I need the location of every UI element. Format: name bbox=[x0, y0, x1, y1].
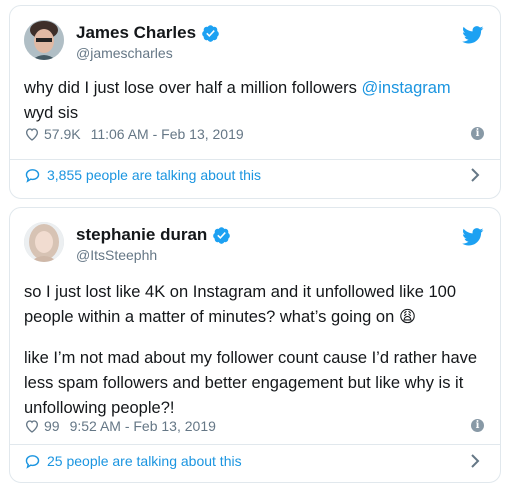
mention-link[interactable]: @instagram bbox=[361, 79, 450, 97]
speech-bubble-icon bbox=[25, 454, 40, 469]
heart-icon[interactable] bbox=[24, 126, 40, 142]
tweet-text-paragraph-1: so I just lost like 4K on Instagram and … bbox=[24, 283, 456, 326]
display-name[interactable]: stephanie duran bbox=[76, 225, 231, 245]
info-icon[interactable]: i bbox=[471, 419, 484, 432]
heart-icon[interactable] bbox=[24, 418, 40, 434]
like-count[interactable]: 99 bbox=[44, 418, 60, 434]
display-name[interactable]: James Charles bbox=[76, 23, 220, 43]
tweet-header: James Charles @jamescharles bbox=[24, 20, 486, 64]
user-handle[interactable]: @jamescharles bbox=[76, 45, 173, 61]
weary-face-emoji: 😩 bbox=[398, 308, 417, 326]
like-count[interactable]: 57.9K bbox=[44, 126, 81, 142]
tweet-text: so I just lost like 4K on Instagram and … bbox=[24, 280, 480, 330]
tweet-header: stephanie duran @ItsSteephh bbox=[24, 222, 486, 266]
display-name-text[interactable]: stephanie duran bbox=[76, 225, 207, 245]
verified-icon bbox=[213, 226, 231, 244]
talking-text[interactable]: 3,855 people are talking about this bbox=[47, 167, 261, 183]
timestamp[interactable]: 11:06 AM - Feb 13, 2019 bbox=[91, 126, 244, 142]
twitter-bird-icon[interactable] bbox=[462, 228, 484, 246]
talking-link[interactable]: 3,855 people are talking about this bbox=[24, 165, 486, 185]
user-handle[interactable]: @ItsSteephh bbox=[76, 247, 157, 263]
chevron-right-icon[interactable] bbox=[470, 167, 480, 183]
tweet-meta: 99 9:52 AM - Feb 13, 2019 i bbox=[24, 417, 486, 435]
avatar[interactable] bbox=[24, 20, 64, 60]
tweet-text-part: wyd sis bbox=[24, 104, 79, 122]
speech-bubble-icon bbox=[25, 168, 40, 183]
tweet-text-paragraph-2: like I’m not mad about my follower count… bbox=[24, 349, 478, 417]
chevron-right-icon[interactable] bbox=[470, 453, 480, 469]
divider bbox=[10, 159, 500, 160]
verified-icon bbox=[202, 24, 219, 42]
tweet-text: why did I just lose over half a million … bbox=[24, 76, 480, 126]
talking-link[interactable]: 25 people are talking about this bbox=[24, 451, 486, 471]
tweet-text-part: why did I just lose over half a million … bbox=[24, 79, 362, 97]
display-name-text[interactable]: James Charles bbox=[76, 23, 196, 43]
talking-text[interactable]: 25 people are talking about this bbox=[47, 453, 242, 469]
twitter-bird-icon[interactable] bbox=[462, 26, 484, 44]
divider bbox=[10, 444, 500, 445]
avatar[interactable] bbox=[24, 222, 64, 262]
info-icon[interactable]: i bbox=[471, 127, 484, 140]
tweet-meta: 57.9K 11:06 AM - Feb 13, 2019 i bbox=[24, 125, 486, 143]
tweet-card[interactable]: James Charles @jamescharles why did I ju… bbox=[9, 5, 501, 199]
timestamp[interactable]: 9:52 AM - Feb 13, 2019 bbox=[70, 418, 216, 434]
tweet-card[interactable]: stephanie duran @ItsSteephh so I just lo… bbox=[9, 207, 501, 483]
